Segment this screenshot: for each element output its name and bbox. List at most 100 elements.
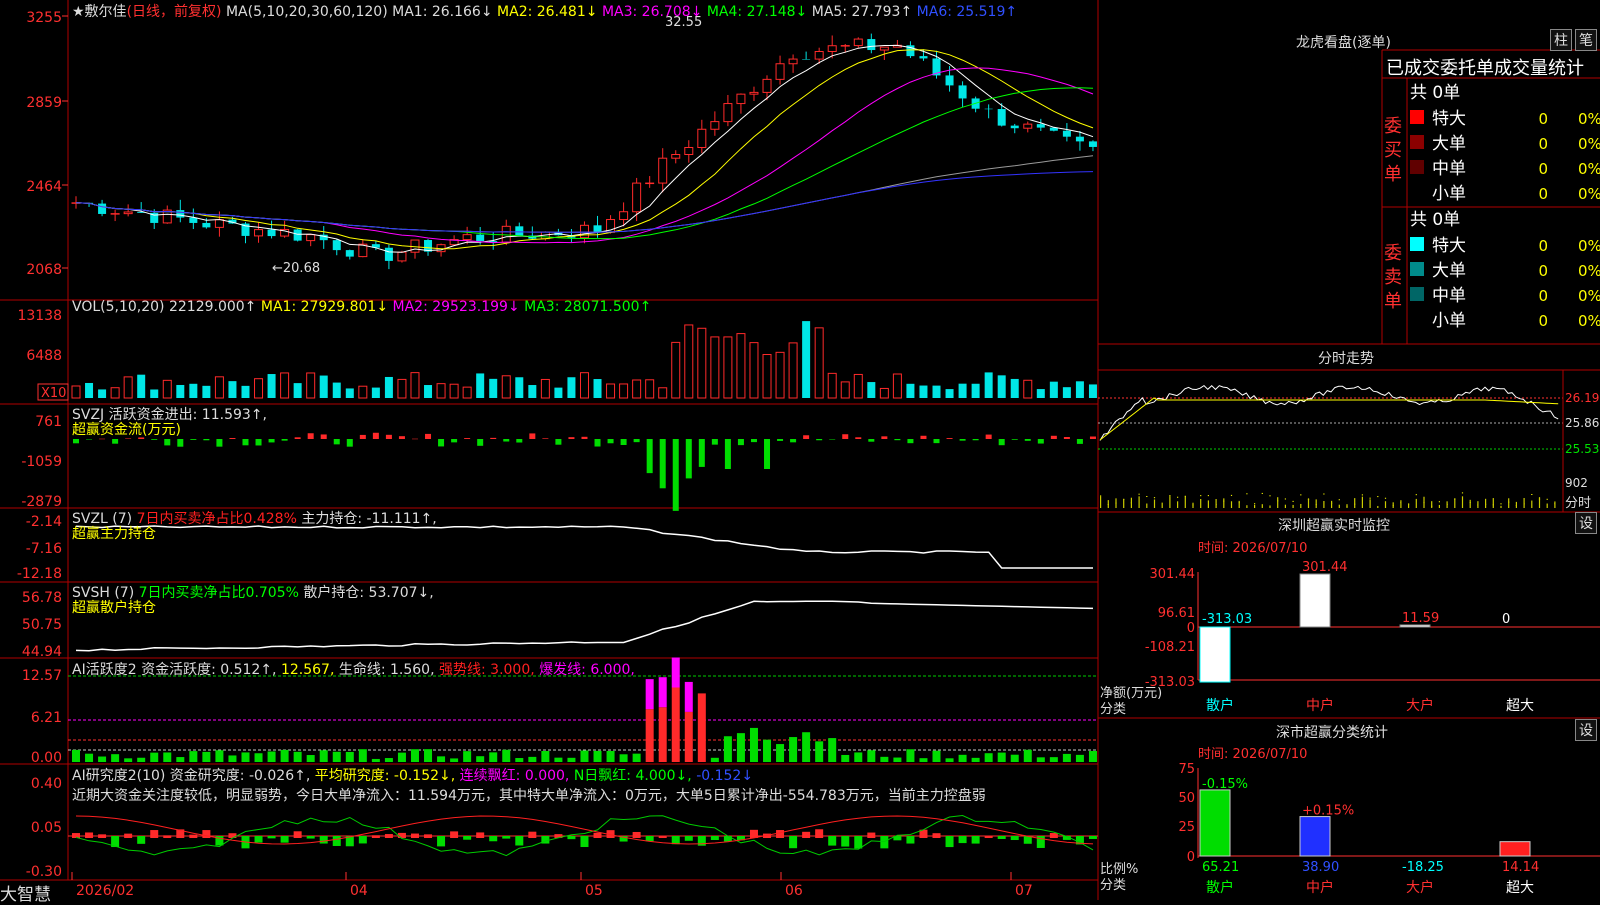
aihy-bar-57	[815, 741, 824, 762]
vol-bar-7	[162, 379, 172, 399]
svzl-tick-1: -7.16	[26, 541, 62, 557]
vol-bar-62	[879, 387, 889, 399]
vol-bar-18	[306, 372, 316, 399]
ss-top-1: +0.15%	[1302, 804, 1354, 819]
low-marker: ←20.68	[272, 261, 320, 276]
aihy-bar-35	[528, 756, 537, 762]
fs-vol-bar-70	[1369, 497, 1371, 499]
vol-bar-68	[958, 383, 967, 398]
tick-mode-button[interactable]: 笔	[1575, 29, 1597, 51]
bar-mode-button[interactable]: 柱	[1550, 29, 1572, 51]
candle-body-18	[306, 234, 316, 242]
aihy-bar-24	[384, 758, 393, 762]
aihy-bar-60	[854, 752, 863, 762]
ss-cat-0: 散户	[1206, 879, 1234, 896]
aiyj-bar-70	[984, 835, 993, 838]
svzj-bar-6	[151, 439, 158, 440]
sz-settings-button[interactable]: 设	[1575, 512, 1597, 534]
svzl-ratio: 7日内买卖净占比0.428%	[136, 511, 297, 527]
svzj-tick-2: -2879	[21, 494, 62, 510]
aiyj-bar-25	[397, 832, 406, 838]
fs-vol-bar-40	[1254, 503, 1256, 505]
svzj-bar-39	[581, 436, 588, 439]
fs-volbar-36	[1238, 500, 1240, 508]
candle-body-65	[919, 56, 928, 59]
buy-swatch-0	[1410, 110, 1424, 124]
vol-bar-8	[176, 384, 185, 398]
x-label-1: 04	[350, 883, 368, 899]
ss-bar-1	[1299, 816, 1331, 857]
vol-bar-36	[540, 378, 550, 399]
svzj-bar-45	[659, 439, 666, 489]
vol-bar-63	[892, 373, 902, 399]
svzj-bar-3	[112, 439, 119, 444]
fs-vol-bar-14	[1153, 497, 1156, 499]
aiyj-bar-6	[150, 830, 159, 838]
aiyj-bar-31	[476, 832, 485, 838]
sz-time: 时间: 2026/07/10	[1198, 541, 1308, 556]
fs-volbar-38	[1246, 505, 1248, 508]
vol-bar-10	[202, 385, 211, 398]
candle-body-58	[827, 45, 837, 53]
aihy-bar-39	[580, 750, 589, 762]
fs-volbar-12	[1146, 503, 1148, 508]
ss-cat-3: 超大	[1506, 880, 1534, 896]
candle-body-57	[814, 51, 824, 60]
aihy-bar-44	[645, 709, 654, 762]
svsh-tick-2: 44.94	[22, 644, 62, 660]
fs-vol-bar-58	[1323, 493, 1325, 495]
aihy-bar-30	[463, 751, 472, 762]
svzj-bar-27	[425, 433, 432, 439]
svzj-bar-70	[985, 434, 992, 439]
aiyj-bar-43	[632, 831, 641, 838]
aiyj-bar-4	[124, 833, 133, 838]
aihy-bar-56	[802, 732, 811, 762]
kline-params: MA(5,10,20,30,60,120)	[225, 4, 388, 20]
vol-bar-26	[410, 372, 420, 399]
svzj-bar-54	[777, 439, 784, 441]
fs-volbar-40	[1254, 504, 1256, 508]
x-label-2: 05	[585, 883, 603, 899]
buy-row-pct-2: 0%	[1578, 160, 1600, 178]
vol-bar-39	[579, 372, 589, 399]
aiyj-bar-64	[906, 836, 915, 844]
ss-val-3: 14.14	[1502, 860, 1539, 875]
svzj-bar-12	[229, 438, 236, 439]
brand-logo: 大智慧	[0, 885, 51, 905]
fs-volbar-22	[1184, 496, 1186, 508]
aiyj-bar-50	[723, 836, 732, 842]
candle-body-45	[658, 157, 668, 184]
fs-volbar-78	[1400, 500, 1402, 508]
aihy-burst: 爆发线: 6.000,	[539, 662, 635, 678]
vol-bar-25	[397, 378, 407, 399]
ss-val-1: 38.90	[1302, 860, 1339, 875]
aihy-bar-59	[841, 754, 850, 762]
vol-bar-48	[697, 327, 707, 399]
ss-val-2: -18.25	[1402, 860, 1444, 875]
aihy-bar-73	[1023, 749, 1032, 762]
candle-body-44	[645, 182, 655, 185]
vol-bar-42	[619, 383, 629, 399]
fs-volbar-8	[1130, 497, 1132, 508]
fs-volbar-62	[1338, 504, 1340, 508]
vol-bar-41	[606, 383, 616, 399]
candle-body-71	[997, 109, 1006, 126]
aiyj-cont-red: 连续飘红: 0.000,	[459, 768, 570, 784]
svzj-bar-13	[242, 439, 249, 446]
vol-bar-16	[280, 372, 290, 399]
aiyj-bar-62	[880, 836, 889, 849]
svzj-bar-19	[320, 434, 327, 439]
candle-body-14	[254, 229, 264, 237]
svzj-bar-77	[1076, 439, 1083, 444]
svzj-bar-20	[333, 439, 340, 445]
aiyj-bar-19	[319, 836, 328, 844]
candle-body-47	[684, 146, 694, 156]
fs-volbar-24	[1192, 502, 1194, 508]
sell-row-val-3: 0	[1538, 312, 1548, 330]
buy-side-2: 单	[1384, 164, 1402, 185]
ss-settings-button[interactable]: 设	[1575, 719, 1597, 741]
ss-bar-3	[1499, 841, 1531, 857]
aihy-strong: 强势线: 3.000,	[439, 662, 535, 678]
svzj-bar-37	[555, 439, 562, 445]
svsh-tick-1: 50.75	[22, 617, 62, 633]
